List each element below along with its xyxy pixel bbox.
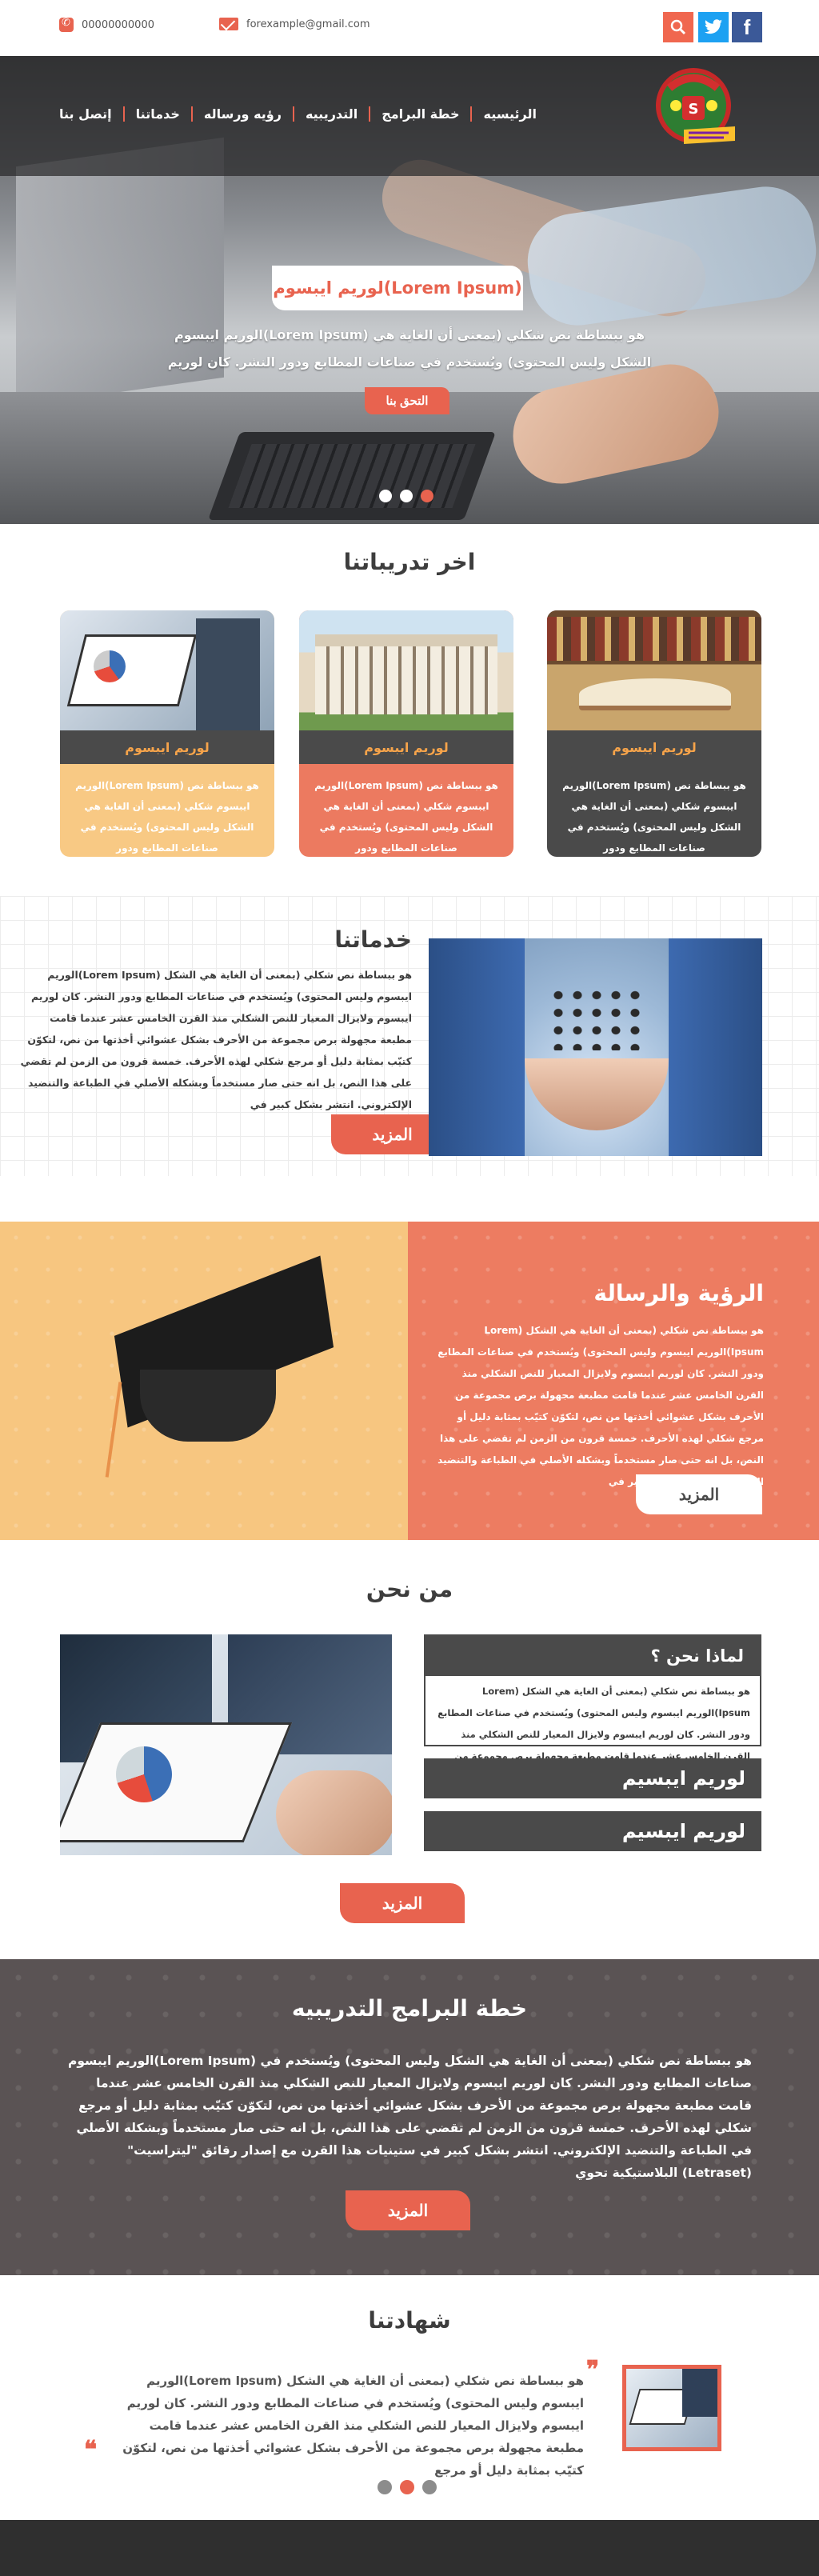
vision-text: هو ببساطة نص شكلي (بمعنى أن الغاية هي ال… [437, 1325, 764, 1487]
nav-item-services[interactable]: خدماتنا [122, 106, 191, 122]
hands-network-photo [429, 938, 762, 1156]
vision-image-panel [0, 1222, 408, 1540]
top-bar: 00000000000 forexample@gmail.com f [0, 0, 819, 56]
training-card[interactable]: لوريم ايبسوم هو ببساطة نص (Lorem Ipsum)ا… [547, 610, 761, 857]
quote-open-icon: ❞ [586, 2356, 600, 2384]
university-building-photo [299, 610, 513, 730]
quote-close-icon: ❝ [84, 2436, 98, 2464]
testimonial-slider-dots [378, 2480, 437, 2494]
twitter-icon[interactable] [698, 12, 729, 42]
main-navigation: الرئيسيه خطة البرامج التدريبيه رؤيه ورسا… [48, 106, 548, 122]
phone-contact[interactable]: 00000000000 [59, 17, 154, 32]
latest-trainings-title: اخر تدريباتنا [343, 549, 476, 575]
card-text: هو ببساطة نص (Lorem Ipsum)الوريم ايبسوم … [314, 780, 498, 854]
slider-dot[interactable] [378, 2480, 392, 2494]
slider-dot-active[interactable] [421, 490, 433, 502]
why-us-title: لماذا نحن ؟ [425, 1636, 760, 1676]
phone-icon [59, 17, 74, 32]
training-plan-text: هو ببساطة نص شكلي (بمعنى أن الغاية هي ال… [67, 2054, 752, 2180]
services-title: خدماتنا [334, 926, 412, 953]
nav-item-training[interactable]: التدريبيه [292, 106, 369, 122]
sleeve-decoration [521, 180, 819, 332]
facebook-icon[interactable]: f [732, 12, 762, 42]
cap-base-decoration [140, 1370, 276, 1442]
card-title: لوريم ايبسوم [299, 730, 513, 764]
about-more-button[interactable]: المزيد [340, 1883, 465, 1923]
team-laptop-photo [60, 1634, 392, 1855]
email-contact[interactable]: forexample@gmail.com [219, 18, 370, 30]
card-text: هو ببساطة نص (Lorem Ipsum)الوريم ايبسوم … [562, 780, 746, 854]
hero-text: هو ببساطة نص شكلي (بمعنى أن الغاية هي (L… [167, 327, 652, 370]
laptop-keyboard-decoration [207, 432, 497, 520]
slider-dot[interactable] [422, 2480, 437, 2494]
mail-icon [219, 18, 238, 30]
phone-number: 00000000000 [82, 18, 154, 31]
tassel-decoration [105, 1382, 122, 1478]
services-text: هو ببساطة نص شكلي (بمعنى أن الغاية هي ال… [20, 969, 412, 1110]
svg-text:S: S [689, 101, 699, 118]
about-title: من نحن [366, 1576, 453, 1602]
laptop-chart-photo [60, 610, 274, 730]
testimonial-text: هو ببساطة نص شكلي (بمعنى أن الغاية هي ال… [122, 2374, 584, 2478]
site-logo[interactable]: S [652, 64, 756, 168]
email-address: forexample@gmail.com [246, 18, 370, 30]
slider-dot[interactable] [400, 490, 413, 502]
nav-item-home[interactable]: الرئيسيه [470, 106, 548, 122]
training-plan-more-button[interactable]: المزيد [346, 2190, 470, 2230]
join-button[interactable]: التحق بنا [365, 387, 449, 414]
hero-title: لوريم ايبسوم(Lorem Ipsum) [272, 266, 523, 310]
accordion-item[interactable]: لوريم ايبسيم [424, 1811, 761, 1851]
accordion-item[interactable]: لوريم ايبسيم [424, 1758, 761, 1798]
testimonial-avatar [622, 2365, 721, 2451]
vision-more-button[interactable]: المزيد [636, 1474, 762, 1514]
training-card[interactable]: لوريم ايبسوم هو ببساطة نص (Lorem Ipsum)ا… [299, 610, 513, 857]
card-title: لوريم ايبسوم [60, 730, 274, 764]
card-text: هو ببساطة نص (Lorem Ipsum)الوريم ايبسوم … [75, 780, 259, 854]
why-us-box: لماذا نحن ؟ هو ببساطة نص شكلي (بمعنى أن … [424, 1634, 761, 1783]
nav-item-programs-plan[interactable]: خطة البرامج [369, 106, 470, 122]
footer-bar [0, 2520, 819, 2576]
hero-slider-dots [379, 490, 433, 502]
training-card[interactable]: لوريم ايبسوم هو ببساطة نص (Lorem Ipsum)ا… [60, 610, 274, 857]
books-photo [547, 610, 761, 730]
slider-dot-active[interactable] [400, 2480, 414, 2494]
card-title: لوريم ايبسوم [547, 730, 761, 764]
testimonials-title: شهادتنا [368, 2307, 451, 2334]
slider-dot[interactable] [379, 490, 392, 502]
search-icon[interactable] [663, 12, 693, 42]
nav-item-contact[interactable]: إتصل بنا [48, 106, 123, 122]
vision-title: الرؤية والرسالة [593, 1280, 764, 1306]
nav-item-vision[interactable]: رؤيه ورساله [190, 106, 293, 122]
training-plan-title: خطة البرامج التدريبيه [291, 1995, 528, 2022]
